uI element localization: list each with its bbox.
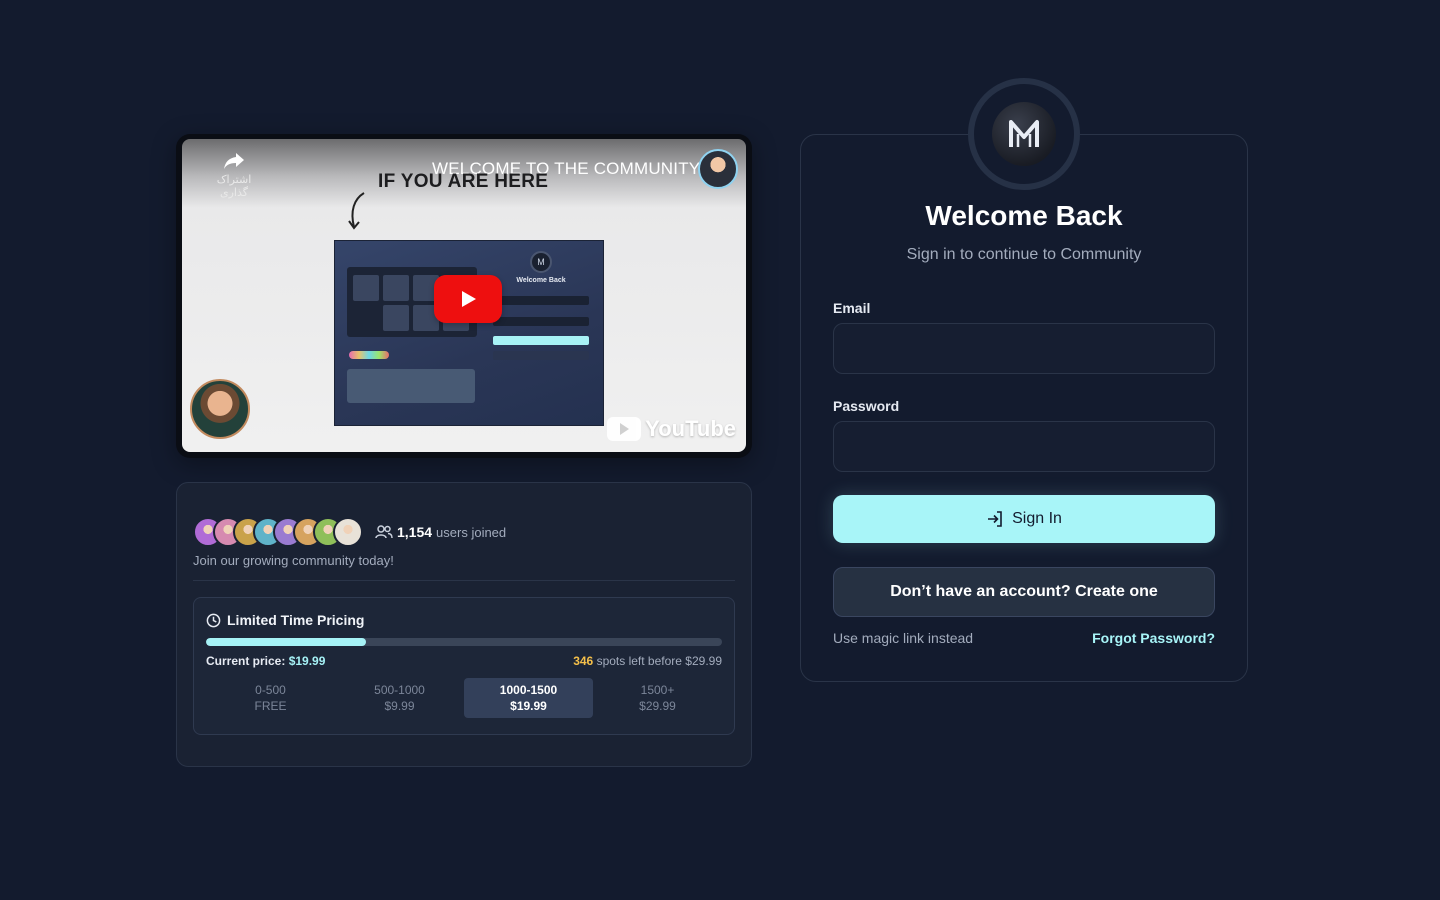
pricing-heading-text: Limited Time Pricing [227, 612, 365, 628]
tier-range: 0-500 [255, 683, 286, 697]
users-icon [375, 525, 393, 539]
tier-range: 1000-1500 [499, 683, 558, 697]
tier-price: $9.99 [384, 699, 415, 713]
current-price-value: $19.99 [288, 654, 326, 668]
play-button[interactable] [434, 275, 502, 323]
tier-price: $29.99 [639, 699, 676, 713]
current-price-label: Current price: [206, 654, 286, 668]
pricing-heading: Limited Time Pricing [206, 612, 722, 628]
video-overlay-text: IF YOU ARE HERE [378, 171, 549, 192]
pricing-progress [206, 638, 722, 646]
forgot-password-link[interactable]: Forgot Password? [1092, 630, 1215, 646]
youtube-icon [607, 417, 642, 441]
price-row: Current price: $19.99 346 spots left bef… [206, 654, 722, 668]
clock-icon [206, 613, 221, 627]
spots-left: 346 spots left before $29.99 [573, 654, 722, 668]
sign-in-icon [988, 511, 1002, 527]
tier-1500-plus[interactable]: 1500+ $29.99 [593, 678, 722, 718]
login-subtitle: Sign in to continue to Community [906, 246, 1142, 263]
video-card: اشتراک گذاری WELCOME TO THE COMMUNITY IF… [176, 134, 752, 458]
share-button[interactable]: اشتراک گذاری [204, 151, 264, 199]
divider [193, 580, 735, 581]
tier-1000-1500[interactable]: 1000-1500 $19.99 [464, 678, 593, 718]
pricing-tiers: 0-500 FREE 500-1000 $9.99 1000-1500 $19.… [206, 678, 722, 718]
tier-price: $19.99 [510, 699, 547, 713]
logo-m-icon [1009, 120, 1039, 147]
pricing-progress-fill [206, 638, 366, 646]
share-label: اشتراک گذاری [216, 174, 252, 199]
thumbnail-login: M Welcome Back [493, 251, 589, 401]
share-icon [224, 153, 244, 169]
app-logo-mark [992, 102, 1056, 166]
pricing-box: Limited Time Pricing Current price: $19.… [193, 597, 735, 735]
joined-counter: 1,154 users joined [375, 524, 506, 540]
current-price: Current price: $19.99 [206, 654, 325, 668]
presenter-avatar [190, 379, 250, 439]
thumbnail-pricing [347, 369, 475, 403]
sign-in-button[interactable]: Sign In [833, 495, 1215, 543]
joined-count: 1,154 [397, 524, 433, 540]
members-row: 1,154 users joined [193, 515, 735, 549]
email-field[interactable] [833, 323, 1215, 374]
magic-link[interactable]: Use magic link instead [833, 630, 973, 646]
joined-label: users joined [436, 524, 507, 540]
create-account-button[interactable]: Don’t have an account? Create one [833, 567, 1215, 617]
spots-left-count: 346 [573, 654, 594, 668]
play-icon [462, 291, 476, 307]
email-label: Email [833, 300, 871, 316]
tier-range: 1500+ [640, 683, 675, 697]
login-title: Welcome Back [925, 200, 1123, 231]
arrow-doodle-icon [348, 192, 365, 230]
sign-in-label: Sign In [1012, 510, 1062, 527]
password-label: Password [833, 398, 900, 414]
tier-0-500[interactable]: 0-500 FREE [206, 678, 335, 718]
youtube-logo[interactable]: YouTube [607, 416, 736, 442]
app-logo [968, 78, 1080, 190]
thumbnail-avatars [349, 351, 389, 359]
tier-price: FREE [254, 699, 287, 713]
tier-500-1000[interactable]: 500-1000 $9.99 [335, 678, 464, 718]
avatar-stack [193, 517, 363, 547]
join-text: Join our growing community today! [193, 553, 394, 568]
youtube-wordmark: YouTube [645, 416, 736, 441]
community-card: 1,154 users joined Join our growing comm… [176, 482, 752, 767]
video-player[interactable]: اشتراک گذاری WELCOME TO THE COMMUNITY IF… [182, 139, 746, 452]
tier-range: 500-1000 [374, 683, 425, 697]
thumbnail-logo: M [530, 251, 552, 273]
spots-left-text: spots left before $29.99 [596, 654, 722, 668]
channel-avatar[interactable] [698, 149, 738, 189]
video-thumbnail: M Welcome Back [334, 240, 604, 426]
thumbnail-title: Welcome Back [516, 277, 566, 284]
member-avatar [333, 517, 363, 547]
password-field[interactable] [833, 421, 1215, 472]
